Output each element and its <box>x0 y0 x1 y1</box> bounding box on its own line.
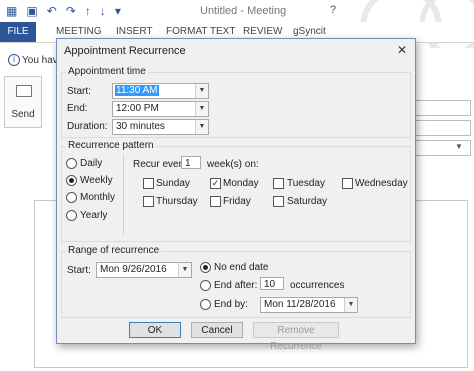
monthly-label: Monthly <box>80 192 116 203</box>
duration-value: 30 minutes <box>116 121 165 132</box>
daily-radio[interactable] <box>66 158 77 169</box>
remove-recurrence-button[interactable]: Remove Recurrence <box>253 322 339 352</box>
undo-icon[interactable]: ↶ <box>47 3 57 19</box>
ok-button[interactable]: OK <box>129 322 181 338</box>
cancel-button[interactable]: Cancel <box>191 322 243 338</box>
end-time-label: End: <box>67 103 88 114</box>
dialog-title: Appointment Recurrence <box>64 45 186 57</box>
monthly-radio[interactable] <box>66 192 77 203</box>
save-icon[interactable]: ▣ <box>26 3 37 19</box>
customize-icon[interactable]: ▾ <box>115 3 121 19</box>
weekly-radio[interactable] <box>66 175 77 186</box>
info-bar-text: You hav <box>22 55 58 66</box>
end-after-label: End after: <box>214 280 258 291</box>
occurrences-label: occurrences <box>290 280 345 291</box>
to-field[interactable] <box>414 100 471 116</box>
weekly-label: Weekly <box>80 175 113 186</box>
tab-meeting[interactable]: MEETING <box>56 26 102 37</box>
end-by-radio[interactable] <box>200 299 211 310</box>
sunday-checkbox[interactable] <box>143 178 154 189</box>
chevron-down-icon[interactable]: ▼ <box>178 263 191 277</box>
send-label: Send <box>11 109 35 120</box>
range-of-recurrence-legend: Range of recurrence <box>66 245 162 256</box>
chevron-down-icon[interactable]: ▼ <box>455 142 463 151</box>
recur-every-label: Recur every <box>133 159 187 170</box>
tuesday-checkbox[interactable] <box>273 178 284 189</box>
tab-review[interactable]: REVIEW <box>243 26 282 37</box>
window-title: Untitled - Meeting <box>200 5 287 17</box>
occurrences-input[interactable]: 10 <box>260 277 284 290</box>
monday-label: Monday <box>223 178 259 189</box>
tuesday-label: Tuesday <box>287 178 325 189</box>
window-titlebar: ▦ ▣ ↶ ↷ ↑ ↓ ▾ Untitled - Meeting ? <box>0 0 474 68</box>
appointment-recurrence-dialog: Appointment Recurrence ✕ Appointment tim… <box>56 38 416 352</box>
duration-combo[interactable]: 30 minutes ▼ <box>112 119 209 135</box>
start-time-label: Start: <box>67 86 91 97</box>
up-arrow-icon[interactable]: ↑ <box>85 3 91 19</box>
recurrence-pattern-legend: Recurrence pattern <box>66 140 156 151</box>
monday-checkbox[interactable]: ✓ <box>210 178 221 189</box>
calendar-icon: ▦ <box>6 4 18 18</box>
appointment-time-legend: Appointment time <box>66 66 148 77</box>
thursday-checkbox[interactable] <box>143 196 154 207</box>
duration-label: Duration: <box>67 121 108 132</box>
wednesday-checkbox[interactable] <box>342 178 353 189</box>
no-end-date-radio[interactable] <box>200 262 211 273</box>
start-time-combo[interactable]: 11:30 AM ▼ <box>112 83 209 99</box>
thursday-label: Thursday <box>156 196 198 207</box>
yearly-label: Yearly <box>80 210 108 221</box>
close-icon[interactable]: ✕ <box>397 43 407 57</box>
subject-field[interactable] <box>414 120 471 136</box>
friday-checkbox[interactable] <box>210 196 221 207</box>
start-time-value: 11:30 AM <box>115 85 159 96</box>
end-time-combo[interactable]: 12:00 PM ▼ <box>112 101 209 117</box>
recur-every-input[interactable]: 1 <box>181 156 201 169</box>
weeks-on-label: week(s) on: <box>207 159 259 170</box>
range-start-combo[interactable]: Mon 9/26/2016 ▼ <box>96 262 192 278</box>
daily-label: Daily <box>80 158 103 169</box>
end-by-value: Mon 11/28/2016 <box>264 299 336 310</box>
tab-format-text[interactable]: FORMAT TEXT <box>166 26 235 37</box>
pattern-divider <box>123 155 124 235</box>
range-start-value: Mon 9/26/2016 <box>100 264 167 275</box>
saturday-label: Saturday <box>287 196 328 207</box>
tab-file[interactable]: FILE <box>0 22 36 42</box>
end-by-combo[interactable]: Mon 11/28/2016 ▼ <box>260 297 358 313</box>
redo-icon[interactable]: ↷ <box>66 3 76 19</box>
end-time-value: 12:00 PM <box>116 103 159 114</box>
tab-gsyncit[interactable]: gSyncit <box>293 26 326 37</box>
end-by-label: End by: <box>214 299 248 310</box>
wednesday-label: Wednesday <box>355 178 408 189</box>
range-start-label: Start: <box>67 265 91 276</box>
chevron-down-icon[interactable]: ▼ <box>195 84 208 98</box>
help-button[interactable]: ? <box>330 4 336 16</box>
envelope-icon <box>16 85 32 97</box>
chevron-down-icon[interactable]: ▼ <box>195 120 208 134</box>
saturday-checkbox[interactable] <box>273 196 284 207</box>
quick-access-toolbar: ▦ ▣ ↶ ↷ ↑ ↓ ▾ <box>6 3 121 19</box>
end-after-radio[interactable] <box>200 280 211 291</box>
down-arrow-icon[interactable]: ↓ <box>100 3 106 19</box>
friday-label: Friday <box>223 196 251 207</box>
no-end-date-label: No end date <box>214 262 269 273</box>
tab-insert[interactable]: INSERT <box>116 26 153 37</box>
yearly-radio[interactable] <box>66 210 77 221</box>
sunday-label: Sunday <box>156 178 190 189</box>
info-icon: i <box>8 54 20 66</box>
chevron-down-icon[interactable]: ▼ <box>344 298 357 312</box>
chevron-down-icon[interactable]: ▼ <box>195 102 208 116</box>
send-button[interactable]: Send <box>4 76 42 128</box>
